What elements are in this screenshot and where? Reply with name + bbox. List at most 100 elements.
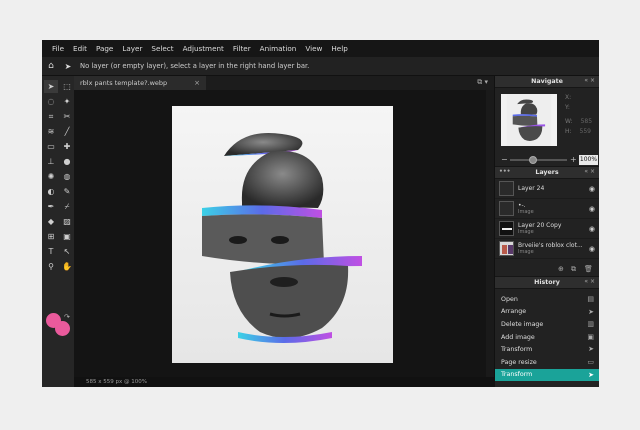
foreground-color-swatch[interactable] (46, 313, 61, 328)
new-layer-icon[interactable]: ⊕ (558, 265, 564, 273)
panel-controls-icon[interactable]: « × (584, 77, 595, 84)
panel-controls-icon[interactable]: « × (584, 168, 595, 175)
right-panels: Navigate « × X: Y: W: 585 H: 559 − + 100… (494, 76, 599, 387)
window-arrange-icon[interactable]: ⧉ ▾ (477, 78, 488, 87)
menu-help[interactable]: Help (331, 44, 347, 53)
arrow-cursor-icon: ➤ (588, 370, 594, 379)
pen-tool-icon[interactable]: ✒ (44, 200, 58, 213)
home-icon[interactable]: ⌂ (42, 61, 60, 71)
history-panel-header: History « × (495, 277, 599, 289)
stamp-tool-icon[interactable]: ⊥ (44, 155, 58, 168)
text-tool-icon[interactable]: T (44, 245, 58, 258)
scissors-icon[interactable]: ✂ (60, 110, 74, 123)
menu-adjustment[interactable]: Adjustment (183, 44, 224, 53)
duplicate-layer-icon[interactable]: ⧉ (571, 265, 576, 274)
lasso-tool-icon[interactable]: ◌ (44, 95, 58, 108)
eye-icon[interactable]: ◉ (589, 185, 595, 193)
spot-icon[interactable]: ✺ (44, 170, 58, 183)
move-tool-icon[interactable]: ➤ (44, 80, 58, 93)
layer-thumbnail (499, 221, 514, 236)
zoom-in-button[interactable]: + (570, 155, 577, 164)
eye-icon[interactable]: ◉ (589, 205, 595, 213)
arrow-cursor-icon: ➤ (588, 345, 594, 354)
vertical-scrollbar[interactable] (486, 90, 494, 377)
document-tab[interactable]: rblx pants template?.webp × (74, 76, 206, 90)
image-canvas[interactable] (172, 106, 393, 363)
menu-layer[interactable]: Layer (122, 44, 142, 53)
trash-icon[interactable]: 🗑 (584, 265, 593, 273)
menu-page[interactable]: Page (96, 44, 113, 53)
image-icon: ▣ (587, 332, 594, 341)
wave-tool-icon[interactable]: ≋ (44, 125, 58, 138)
history-item-active[interactable]: Transform ➤ (495, 368, 599, 382)
magic-wand-icon[interactable]: ✦ (60, 95, 74, 108)
path-select-icon[interactable]: ↖ (60, 245, 74, 258)
menu-animation[interactable]: Animation (260, 44, 297, 53)
eyedropper-icon[interactable]: ⌿ (60, 200, 74, 213)
marquee-tool-icon[interactable]: ⬚ (60, 80, 74, 93)
transform-icon[interactable]: ⊞ (44, 230, 58, 243)
history-item[interactable]: Add image ▣ (495, 331, 599, 344)
zoom-slider-track[interactable] (510, 159, 567, 161)
brush-tool-icon[interactable]: ╱ (60, 125, 74, 138)
layer-row[interactable]: Brveiie's roblox clot... Image ◉ (495, 239, 599, 259)
color-swatches: ↷ (46, 313, 74, 347)
layer-type: Image (518, 209, 534, 215)
canvas-artwork (202, 132, 362, 343)
document-area: rblx pants template?.webp × ⧉ ▾ 585 x 55… (74, 76, 494, 387)
fill-tool-icon[interactable]: ◆ (44, 215, 58, 228)
layer-thumbnail (499, 241, 514, 256)
history-item[interactable]: Open ▤ (495, 293, 599, 306)
history-item[interactable]: Arrange ➤ (495, 306, 599, 319)
layer-name: Layer 24 (518, 185, 545, 192)
navigator-thumbnail[interactable] (501, 94, 557, 146)
page-icon: ▭ (587, 357, 594, 366)
gradient-icon[interactable]: ▨ (60, 215, 74, 228)
options-message: No layer (or empty layer), select a laye… (80, 62, 310, 70)
menu-filter[interactable]: Filter (233, 44, 251, 53)
menu-bar: File Edit Page Layer Select Adjustment F… (42, 40, 599, 57)
hand-icon[interactable]: ✋ (60, 260, 74, 273)
history-item[interactable]: Page resize ▭ (495, 356, 599, 369)
crop-tool-icon[interactable]: ⌗ (44, 110, 58, 123)
eye-icon[interactable]: ◉ (589, 225, 595, 233)
menu-edit[interactable]: Edit (73, 44, 87, 53)
eye-icon[interactable]: ◉ (589, 245, 595, 253)
navigate-title: Navigate (531, 78, 563, 85)
history-label: Page resize (501, 358, 537, 366)
zoom-out-button[interactable]: − (501, 155, 508, 164)
menu-file[interactable]: File (52, 44, 64, 53)
panel-controls-icon[interactable]: « × (584, 278, 595, 285)
thumbnail-artwork (506, 94, 552, 146)
menu-select[interactable]: Select (151, 44, 173, 53)
close-tab-icon[interactable]: × (194, 79, 200, 87)
history-item[interactable]: Delete image ▥ (495, 318, 599, 331)
layer-tools: ⊕ ⧉ 🗑 (495, 263, 599, 277)
blur-icon[interactable]: ◍ (60, 170, 74, 183)
x-label: X: (565, 94, 572, 101)
healing-icon[interactable]: ✚ (60, 140, 74, 153)
arrow-cursor-icon[interactable]: ➤ (60, 62, 76, 71)
zoom-icon[interactable]: ⚲ (44, 260, 58, 273)
swap-colors-icon[interactable]: ↷ (64, 313, 70, 321)
pencil-icon[interactable]: ✎ (60, 185, 74, 198)
history-item[interactable]: Transform ➤ (495, 343, 599, 356)
layer-thumbnail (499, 201, 514, 216)
layer-row[interactable]: Layer 24 ◉ (495, 179, 599, 199)
zoom-slider-handle[interactable] (529, 156, 537, 164)
layer-row[interactable]: Layer 20 Copy Image ◉ (495, 219, 599, 239)
menu-view[interactable]: View (305, 44, 322, 53)
shape-tool-icon[interactable]: ▣ (60, 230, 74, 243)
panel-menu-icon[interactable]: ••• (499, 168, 511, 175)
zoom-input[interactable]: 100% (579, 155, 598, 165)
history-list: Open ▤ Arrange ➤ Delete image ▥ Add imag… (495, 289, 599, 387)
navigate-panel: X: Y: W: 585 H: 559 (495, 88, 599, 153)
nav-w: W: 585 (565, 118, 592, 125)
nav-y: Y: (565, 104, 570, 111)
eraser-icon[interactable]: ▭ (44, 140, 58, 153)
layer-row[interactable]: •-. Image ◉ (495, 199, 599, 219)
file-icon: ▤ (587, 295, 594, 303)
drop-icon[interactable]: ● (60, 155, 74, 168)
arrow-cursor-icon: ➤ (588, 307, 594, 316)
dodge-icon[interactable]: ◐ (44, 185, 58, 198)
